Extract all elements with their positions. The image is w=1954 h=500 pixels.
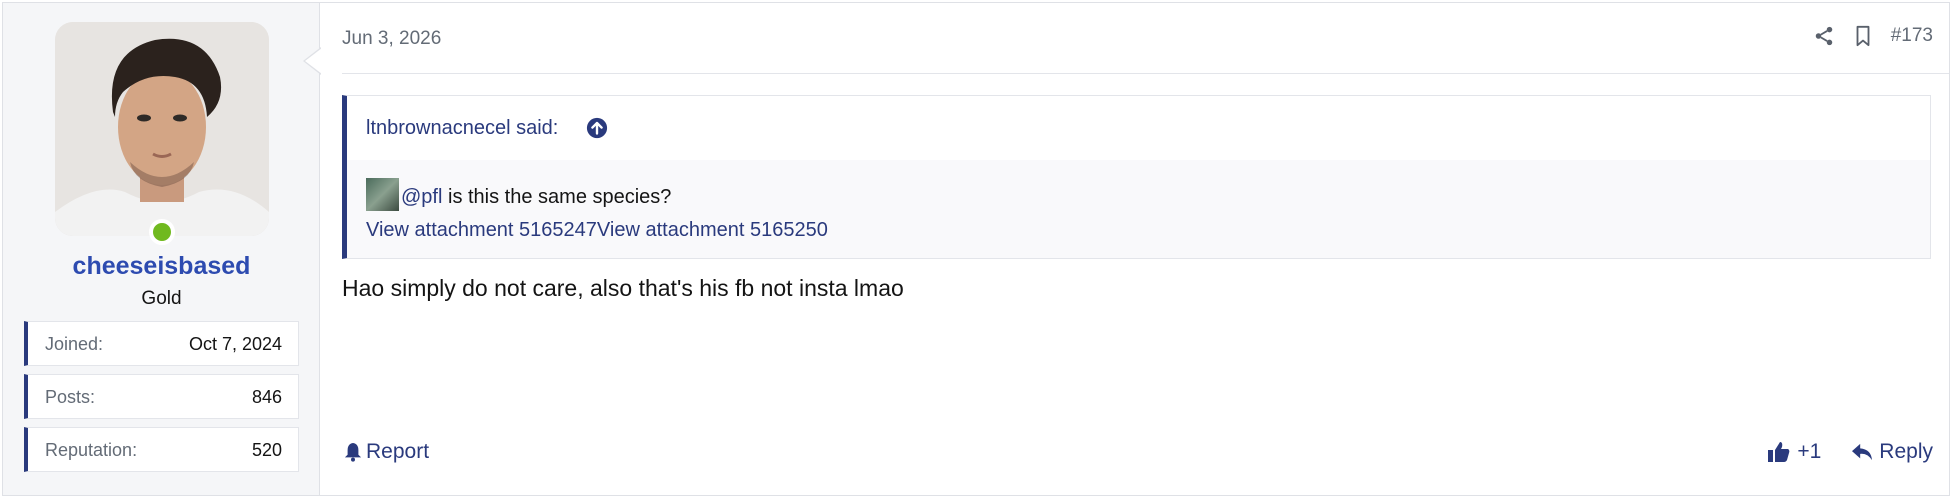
- stat-label: Reputation:: [45, 440, 138, 460]
- stat-label: Joined:: [45, 334, 104, 354]
- post-number[interactable]: #173: [1891, 25, 1933, 47]
- post-date[interactable]: Jun 3, 2026: [342, 28, 441, 50]
- mention-avatar[interactable]: [366, 178, 399, 211]
- quote-body: @pfl is this the same species? View atta…: [347, 160, 1930, 247]
- quote-header: ltnbrownacnecel said:: [347, 96, 1930, 160]
- header-divider: [342, 73, 1949, 74]
- reply-button[interactable]: Reply: [1851, 440, 1933, 464]
- share-button[interactable]: [1813, 25, 1835, 47]
- user-title: Gold: [141, 288, 182, 309]
- reply-icon: [1852, 443, 1873, 461]
- post-main: Jun 3, 2026 #173 ltnbrownacnecel said: @…: [320, 3, 1949, 495]
- avatar-image: [55, 22, 269, 236]
- stat-value: Oct 7, 2024: [188, 334, 282, 354]
- share-icon: [1815, 26, 1832, 46]
- mention-link[interactable]: @pfl: [401, 186, 442, 208]
- stat-value: 520: [251, 440, 282, 460]
- quote-text: is this the same species?: [442, 186, 672, 208]
- post-actions: +1 Reply: [1767, 440, 1933, 464]
- post-header-tools: #173: [1813, 25, 1933, 47]
- stat-reputation: Reputation: 520: [24, 427, 299, 472]
- quote-jump-button[interactable]: [586, 117, 608, 144]
- like-count: +1: [1797, 440, 1822, 463]
- bookmark-icon: [1856, 25, 1870, 47]
- forum-post: cheeseisbased Gold Joined: Oct 7, 2024 P…: [2, 2, 1950, 496]
- stat-value: 846: [251, 387, 282, 407]
- stat-label: Posts:: [45, 387, 96, 407]
- arrow-up-circle-icon: [586, 117, 608, 139]
- like-button[interactable]: +1: [1767, 440, 1821, 464]
- bookmark-button[interactable]: [1853, 25, 1873, 47]
- username[interactable]: cheeseisbased: [3, 252, 320, 281]
- reply-label: Reply: [1879, 440, 1933, 463]
- stat-posts: Posts: 846: [24, 374, 299, 419]
- attachment-link-1[interactable]: View attachment 5165247: [366, 219, 597, 241]
- report-label: Report: [366, 440, 430, 463]
- thumbs-up-icon: [1768, 442, 1790, 462]
- attachment-link-2[interactable]: View attachment 5165250: [597, 219, 828, 241]
- user-info-column: cheeseisbased Gold Joined: Oct 7, 2024 P…: [3, 3, 320, 495]
- quote-block: ltnbrownacnecel said: @pfl is this the s…: [342, 95, 1931, 259]
- online-status-indicator: [149, 219, 175, 245]
- report-button[interactable]: Report: [344, 440, 429, 464]
- bell-icon: [344, 443, 362, 462]
- quote-author[interactable]: ltnbrownacnecel said:: [366, 117, 558, 140]
- stat-joined: Joined: Oct 7, 2024: [24, 321, 299, 366]
- avatar[interactable]: [55, 22, 269, 236]
- post-message: Hao simply do not care, also that's his …: [342, 275, 904, 301]
